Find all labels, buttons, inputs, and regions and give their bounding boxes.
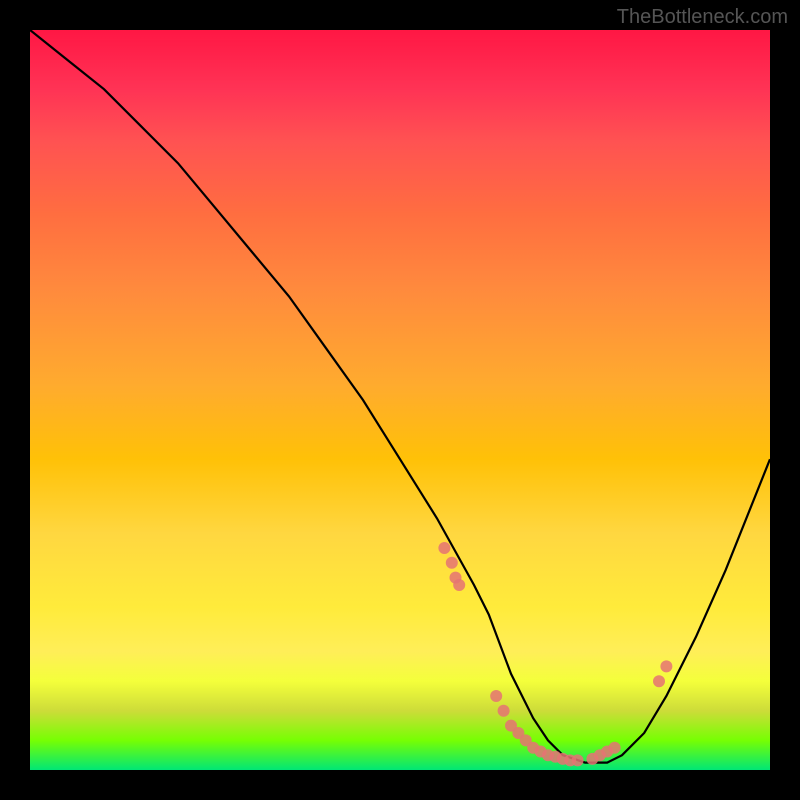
marker-group xyxy=(438,542,672,766)
watermark-text: TheBottleneck.com xyxy=(617,6,788,29)
data-marker xyxy=(653,675,665,687)
plot-area xyxy=(30,30,770,770)
bottleneck-curve xyxy=(30,30,770,763)
data-marker xyxy=(609,742,621,754)
data-marker xyxy=(438,542,450,554)
data-marker xyxy=(446,557,458,569)
data-marker xyxy=(660,660,672,672)
chart-svg xyxy=(30,30,770,770)
data-marker xyxy=(490,690,502,702)
data-marker xyxy=(453,579,465,591)
data-marker xyxy=(572,754,584,766)
data-marker xyxy=(498,705,510,717)
